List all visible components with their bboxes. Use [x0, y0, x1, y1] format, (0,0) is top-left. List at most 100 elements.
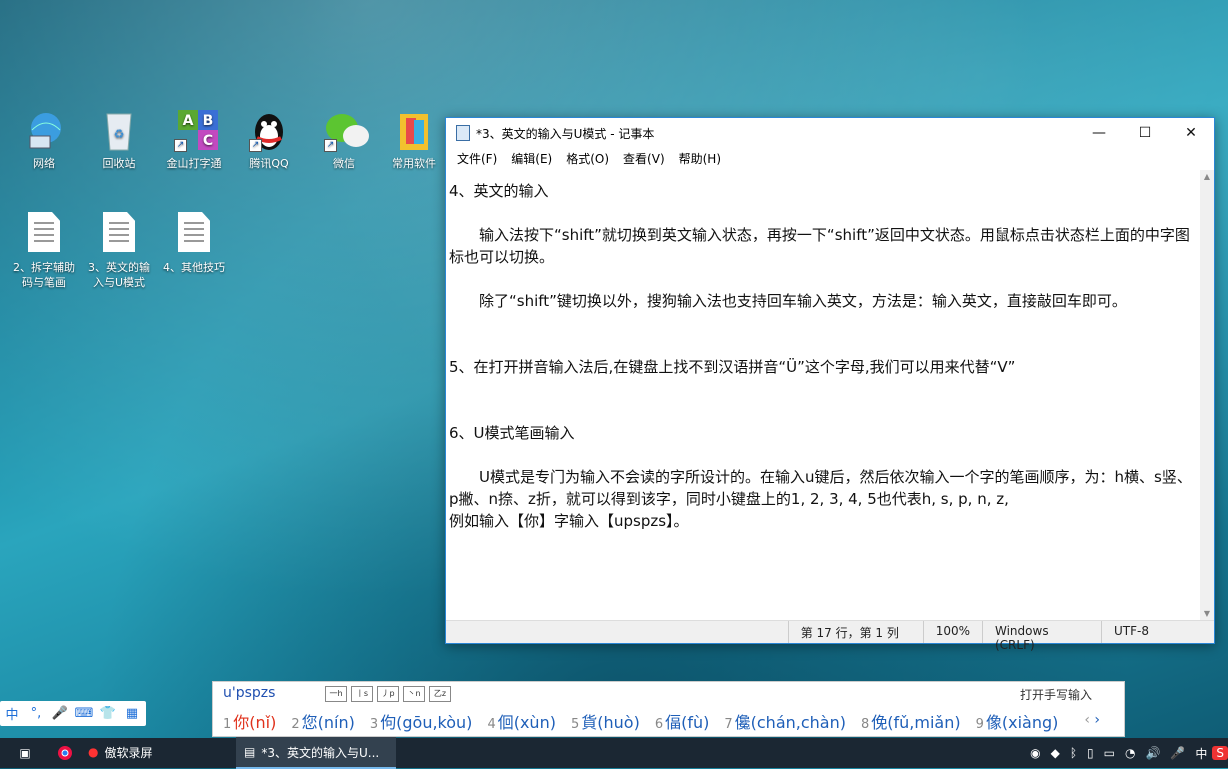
ime-candidate-window: u'pspzs 一h 丨s 丿p 丶n 乙z 打开手写输入 1 你(nǐ) 2 您(n… — [212, 681, 1125, 737]
volume-icon[interactable]: 🔊 — [1140, 746, 1165, 760]
menu-help[interactable]: 帮助(H) — [672, 148, 728, 168]
menu-edit[interactable]: 编辑(E) — [504, 148, 559, 168]
svg-text:♻: ♻ — [114, 127, 125, 141]
status-bar: 第 17 行，第 1 列 100% Windows (CRLF) UTF-8 — [446, 620, 1214, 652]
stroke-s[interactable]: 丨s — [351, 686, 373, 702]
menu-view[interactable]: 查看(V) — [616, 148, 672, 168]
text-line: 输入法按下“shift”就切换到英文输入状态，再按一下“shift”返回中文状态… — [449, 226, 1190, 266]
text-line — [449, 202, 1197, 224]
candidate-item[interactable]: 5 貨(huò) — [571, 709, 640, 733]
desktop-file-other-tips[interactable]: 4、其他技巧 — [158, 212, 230, 275]
candidate-list: 1 你(nǐ) 2 您(nín) 3 佝(gōu,kòu) 4 佪(xùn) 5 貨(huò) 6 偪… — [223, 709, 1073, 733]
shortcut-arrow-icon: ↗ — [324, 139, 337, 152]
candidate-item[interactable]: 7 儳(chán,chàn) — [724, 709, 846, 733]
microphone-icon[interactable]: 🎤 — [48, 706, 72, 721]
text-line — [449, 312, 1197, 334]
text-line: 6、U模式笔画输入 — [449, 424, 575, 442]
candidate-item[interactable]: 3 佝(gōu,kòu) — [370, 709, 473, 733]
notepad-icon: ▤ — [244, 745, 256, 759]
window-title: *3、英文的输入与U模式 - 记事本 — [476, 126, 655, 141]
text-file-icon — [99, 212, 139, 256]
bluetooth-icon[interactable]: ᛒ — [1065, 746, 1082, 760]
ime-lang-toggle[interactable]: 中 — [0, 704, 24, 723]
ime-toolbar: 中 °, 🎤 ⌨ 👕 ▦ — [0, 701, 146, 726]
stroke-n[interactable]: 丶n — [403, 686, 425, 702]
wechat-icon: ↗ — [324, 108, 369, 152]
cursor-position: 第 17 行，第 1 列 — [787, 621, 923, 643]
desktop-file-stroke-code[interactable]: 2、拆字辅助码与笔画 — [8, 212, 80, 290]
typing-app-icon: ABC ↗ — [174, 108, 218, 152]
desktop-file-english-umode[interactable]: 3、英文的输入与U模式 — [83, 212, 155, 290]
stroke-h[interactable]: 一h — [325, 686, 347, 702]
usb-icon[interactable]: ▯ — [1082, 746, 1099, 760]
desktop-icon-recycle-bin[interactable]: ♻ 回收站 — [83, 108, 155, 171]
ime-punct-toggle[interactable]: °, — [24, 706, 48, 721]
page-arrows[interactable]: ‹ › — [1084, 712, 1100, 728]
text-line: 5、在打开拼音输入法后,在键盘上找不到汉语拼音“Ü”这个字母,我们可以用来代替“… — [449, 358, 1016, 376]
task-view-icon[interactable]: ▣ — [0, 738, 50, 768]
prev-page-icon: ‹ — [1084, 712, 1090, 728]
close-button[interactable]: ✕ — [1168, 118, 1214, 148]
battery-icon[interactable]: ▭ — [1099, 746, 1120, 760]
minimize-button[interactable]: — — [1076, 118, 1122, 148]
keyboard-icon[interactable]: ⌨ — [72, 706, 96, 721]
candidate-item[interactable]: 2 您(nín) — [291, 709, 355, 733]
skin-icon[interactable]: 👕 — [96, 706, 120, 721]
menu-bar: 文件(F) 编辑(E) 格式(O) 查看(V) 帮助(H) — [446, 148, 1214, 168]
tray-lang[interactable]: 中 — [1190, 745, 1212, 762]
menu-format[interactable]: 格式(O) — [559, 148, 616, 168]
text-line — [449, 268, 1197, 290]
recycle-bin-icon: ♻ — [99, 108, 139, 152]
composition-text: u'pspzs — [223, 685, 276, 701]
text-line: 4、英文的输入 — [449, 182, 549, 200]
desktop-icon-wechat[interactable]: ↗ 微信 — [308, 108, 380, 171]
text-editor[interactable]: 4、英文的输入 输入法按下“shift”就切换到英文输入状态，再按一下“shif… — [446, 170, 1200, 621]
stroke-p[interactable]: 丿p — [377, 686, 399, 702]
scroll-down-icon[interactable]: ▼ — [1200, 607, 1214, 621]
desktop-icon-common-software[interactable]: 常用软件 — [383, 108, 445, 171]
text-line: U模式是专门为输入不会读的字所设计的。在输入u键后，然后依次输入一个字的笔画顺序… — [449, 468, 1192, 508]
text-line — [449, 378, 1197, 400]
maximize-button[interactable]: ☐ — [1122, 118, 1168, 148]
handwrite-link[interactable]: 打开手写输入 — [1020, 686, 1092, 703]
candidate-item[interactable]: 6 偪(fù) — [655, 709, 710, 733]
menu-file[interactable]: 文件(F) — [450, 148, 504, 168]
title-bar[interactable]: *3、英文的输入与U模式 - 记事本 — ☐ ✕ — [446, 118, 1214, 148]
text-line — [449, 554, 1197, 576]
next-page-icon: › — [1094, 712, 1100, 728]
text-file-icon — [174, 212, 214, 256]
line-ending: Windows (CRLF) — [982, 621, 1101, 652]
candidate-item[interactable]: 8 俛(fǔ,miǎn) — [861, 709, 961, 733]
sogou-icon[interactable]: S — [1212, 746, 1228, 760]
wifi-icon[interactable]: ◔ — [1120, 746, 1140, 760]
tray-app-icon[interactable]: ◉ — [1025, 746, 1045, 760]
candidate-item[interactable]: 1 你(nǐ) — [223, 709, 276, 733]
text-line: 除了“shift”键切换以外，搜狗输入法也支持回车输入英文，方法是：输入英文，直… — [449, 292, 1127, 310]
stroke-z[interactable]: 乙z — [429, 686, 451, 702]
notepad-icon — [456, 125, 470, 141]
network-icon — [24, 108, 64, 152]
scroll-up-icon[interactable]: ▲ — [1200, 170, 1214, 184]
chrome-icon[interactable] — [50, 738, 80, 768]
toolbox-icon[interactable]: ▦ — [120, 706, 144, 721]
record-icon: ● — [88, 745, 99, 759]
shortcut-arrow-icon: ↗ — [249, 139, 262, 152]
stroke-buttons: 一h 丨s 丿p 丶n 乙z — [325, 686, 455, 702]
desktop-icon-qq[interactable]: ↗ 腾讯QQ — [233, 108, 305, 171]
shortcut-arrow-icon: ↗ — [174, 139, 187, 152]
taskbar-app-recorder[interactable]: ● 傲软录屏 — [80, 737, 236, 769]
tray-app2-icon[interactable]: ◆ — [1046, 746, 1065, 760]
candidate-item[interactable]: 9 像(xiàng) — [976, 709, 1059, 733]
candidate-item[interactable]: 4 佪(xùn) — [487, 709, 556, 733]
desktop-icon-network[interactable]: 网络 — [8, 108, 80, 171]
mic-icon[interactable]: 🎤 — [1165, 746, 1190, 760]
text-line — [449, 334, 1197, 356]
taskbar-app-notepad[interactable]: ▤ *3、英文的输入与U... — [236, 737, 396, 769]
desktop-icon-typing-app[interactable]: ABC ↗ 金山打字通 — [158, 108, 230, 171]
svg-text:B: B — [203, 113, 214, 129]
text-line — [449, 532, 1197, 554]
text-line — [449, 444, 1197, 466]
text-line — [449, 400, 1197, 422]
vertical-scrollbar[interactable]: ▲ ▼ — [1200, 170, 1214, 621]
taskbar: ▣ ● 傲软录屏 ▤ *3、英文的输入与U... ◉ ◆ ᛒ ▯ ▭ ◔ 🔊 🎤… — [0, 737, 1228, 769]
